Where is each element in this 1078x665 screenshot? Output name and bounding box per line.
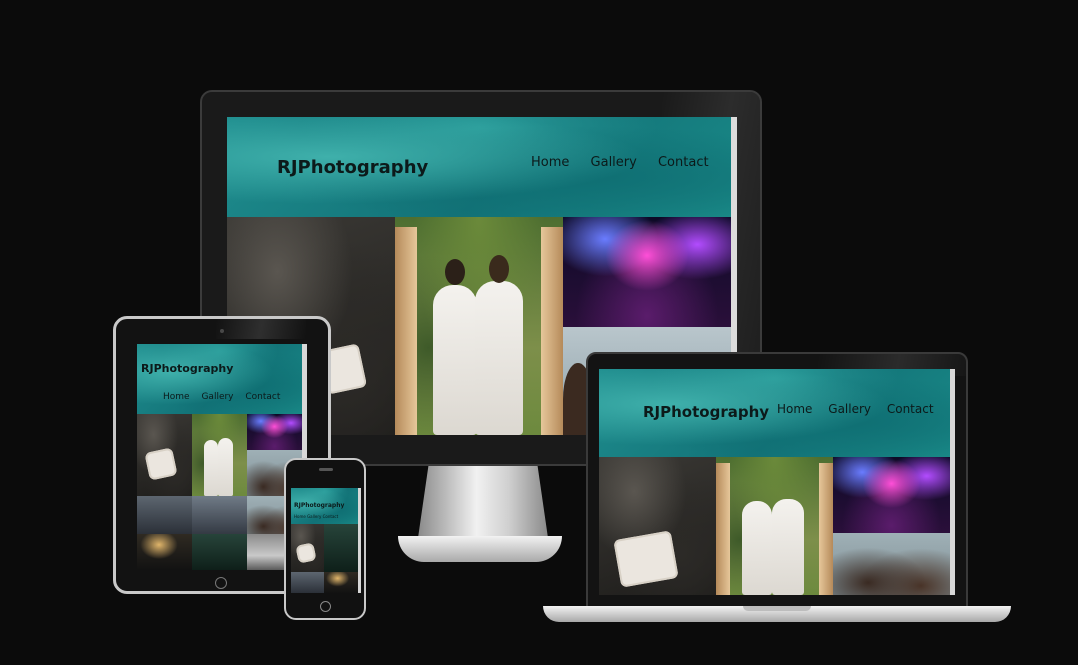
phone: RJPhotography Home Gallery Contact: [284, 458, 366, 620]
phone-site-nav[interactable]: Home Gallery Contact: [294, 514, 338, 519]
monitor-base: [398, 536, 562, 562]
site-header: RJPhotography Home Gallery Contact: [227, 117, 731, 217]
nav-home-link[interactable]: Home: [531, 155, 569, 170]
laptop-screen: RJPhotography Home Gallery Contact: [599, 369, 955, 595]
tablet-photo-guests[interactable]: [137, 496, 192, 534]
tablet-site-nav: Home Gallery Contact: [163, 392, 280, 402]
laptop-site-logo[interactable]: RJPhotography: [643, 403, 769, 421]
laptop-site-header: RJPhotography Home Gallery Contact: [599, 369, 950, 457]
laptop-nav-contact-link[interactable]: Contact: [887, 402, 934, 416]
tablet-site-logo[interactable]: RJPhotography: [141, 362, 233, 375]
monitor-stand: [418, 466, 548, 538]
tablet-nav-home-link[interactable]: Home: [163, 392, 190, 402]
nav-contact-link[interactable]: Contact: [658, 155, 709, 170]
tablet-nav-contact-link[interactable]: Contact: [245, 392, 280, 402]
tablet-photo-couple[interactable]: [192, 496, 247, 534]
tablet-screen: RJPhotography Home Gallery Contact: [137, 344, 307, 570]
phone-site-logo[interactable]: RJPhotography: [294, 502, 344, 509]
nav-gallery-link[interactable]: Gallery: [591, 155, 637, 170]
laptop-nav-home-link[interactable]: Home: [777, 402, 812, 416]
gallery-photo-concert[interactable]: [563, 217, 731, 327]
tablet-photo-night[interactable]: [137, 534, 192, 570]
phone-photo-forest[interactable]: [324, 524, 358, 572]
phone-photo-night[interactable]: [324, 572, 358, 593]
laptop-site-nav: Home Gallery Contact: [777, 402, 934, 416]
phone-site-header: RJPhotography Home Gallery Contact: [291, 488, 358, 524]
tablet-photo-wedding[interactable]: [192, 414, 247, 496]
tablet-nav-gallery-link[interactable]: Gallery: [201, 392, 233, 402]
tablet-site-header: RJPhotography Home Gallery Contact: [137, 344, 302, 414]
tablet-photo-ring[interactable]: [137, 414, 192, 496]
tablet-home-button[interactable]: [215, 577, 227, 589]
laptop-trackpad-notch: [743, 606, 811, 611]
laptop: RJPhotography Home Gallery Contact: [586, 352, 968, 608]
site-logo[interactable]: RJPhotography: [277, 157, 428, 178]
laptop-nav-gallery-link[interactable]: Gallery: [828, 402, 871, 416]
tablet-photo-forest[interactable]: [192, 534, 247, 570]
site-nav: Home Gallery Contact: [531, 155, 709, 170]
phone-screen: RJPhotography Home Gallery Contact: [291, 488, 361, 593]
laptop-photo-portrait[interactable]: [833, 533, 950, 595]
laptop-base: [543, 606, 1011, 622]
laptop-photo-wedding[interactable]: [716, 457, 833, 595]
gallery-photo-wedding[interactable]: [395, 217, 563, 435]
tablet-photo-concert[interactable]: [247, 414, 302, 450]
laptop-photo-concert[interactable]: [833, 457, 950, 533]
phone-home-button[interactable]: [320, 601, 331, 612]
phone-photo-ring[interactable]: [291, 524, 324, 572]
laptop-photo-ring[interactable]: [599, 457, 716, 595]
phone-photo-guests[interactable]: [291, 572, 324, 593]
